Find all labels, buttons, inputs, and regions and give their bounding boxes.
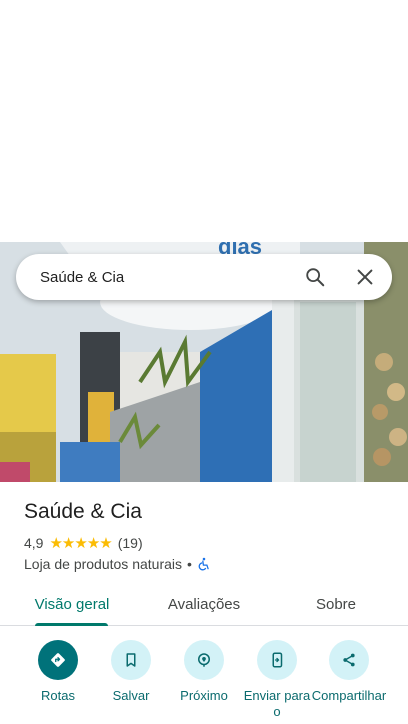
place-category: Loja de produtos naturais [24,556,182,572]
star-icon: ★ [86,534,100,552]
wheelchair-accessible-icon [197,557,211,571]
active-tab-indicator [35,623,108,626]
tab-bar: Visão geral Avaliações Sobre [0,582,408,626]
save-button[interactable]: Salvar [93,640,169,704]
star-icon: ★ [99,534,112,552]
close-icon[interactable] [354,266,376,288]
send-to-phone-button[interactable]: Enviar para o [239,640,315,720]
directions-label: Rotas [41,688,75,703]
save-label: Salvar [112,688,150,703]
review-count[interactable]: (19) [118,535,143,551]
share-button[interactable]: Compartilhar [311,640,387,704]
nearby-icon[interactable] [184,640,224,680]
rating-value: 4,9 [24,535,44,551]
rating-row[interactable]: 4,9 ★ ★ ★ ★ ★ (19) [24,535,143,551]
rating-stars: ★ ★ ★ ★ ★ [49,534,112,552]
star-icon: ★ [61,534,75,552]
tab-reviews[interactable]: Avaliações [150,582,258,626]
star-icon: ★ [49,534,62,552]
nearby-label: Próximo [180,688,228,703]
bookmark-icon[interactable] [111,640,151,680]
category-row: Loja de produtos naturais • [24,556,211,572]
send-to-phone-label: Enviar para o [243,688,311,719]
separator-dot: • [187,556,192,572]
share-icon[interactable] [329,640,369,680]
tab-overview[interactable]: Visão geral [18,582,126,626]
map-area-blank [0,0,408,242]
tab-about[interactable]: Sobre [290,582,382,626]
send-to-phone-icon[interactable] [257,640,297,680]
nearby-button[interactable]: Próximo [166,640,242,704]
directions-icon[interactable] [38,640,78,680]
search-icon[interactable] [304,266,326,288]
search-bar[interactable]: Saúde & Cia [16,254,392,300]
share-label: Compartilhar [311,688,387,703]
search-input[interactable]: Saúde & Cia [40,269,392,286]
action-bar: Rotas Salvar Próximo Enviar para o Compa… [0,640,408,724]
directions-button[interactable]: Rotas [20,640,96,704]
place-title: Saúde & Cia [24,500,142,523]
star-icon: ★ [74,534,87,552]
